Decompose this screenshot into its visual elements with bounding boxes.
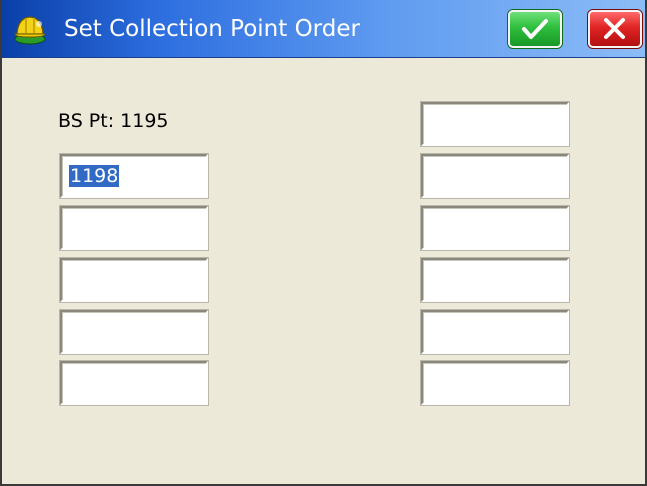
left-point-field-1[interactable]: 1198 bbox=[60, 154, 208, 198]
right-point-field-1[interactable] bbox=[421, 102, 569, 146]
right-point-field-6[interactable] bbox=[421, 361, 569, 405]
field-value-selected: 1198 bbox=[69, 165, 120, 187]
left-point-field-5[interactable] bbox=[60, 361, 208, 405]
window-title: Set Collection Point Order bbox=[64, 16, 360, 42]
left-point-field-4[interactable] bbox=[60, 310, 208, 354]
left-point-field-3[interactable] bbox=[60, 258, 208, 302]
left-point-field-2[interactable] bbox=[60, 206, 208, 250]
backsight-point-label: BS Pt: 1195 bbox=[58, 110, 169, 132]
dialog-window: Set Collection Point Order BS Pt: 1195 1… bbox=[0, 0, 647, 486]
cancel-button[interactable] bbox=[588, 10, 642, 48]
check-icon bbox=[522, 19, 548, 39]
right-point-field-4[interactable] bbox=[421, 258, 569, 302]
ok-button[interactable] bbox=[508, 10, 562, 48]
right-point-field-5[interactable] bbox=[421, 310, 569, 354]
title-bar: Set Collection Point Order bbox=[2, 0, 645, 58]
right-point-field-3[interactable] bbox=[421, 206, 569, 250]
hardhat-icon bbox=[12, 12, 48, 46]
close-icon bbox=[604, 18, 625, 39]
right-point-field-2[interactable] bbox=[421, 154, 569, 198]
